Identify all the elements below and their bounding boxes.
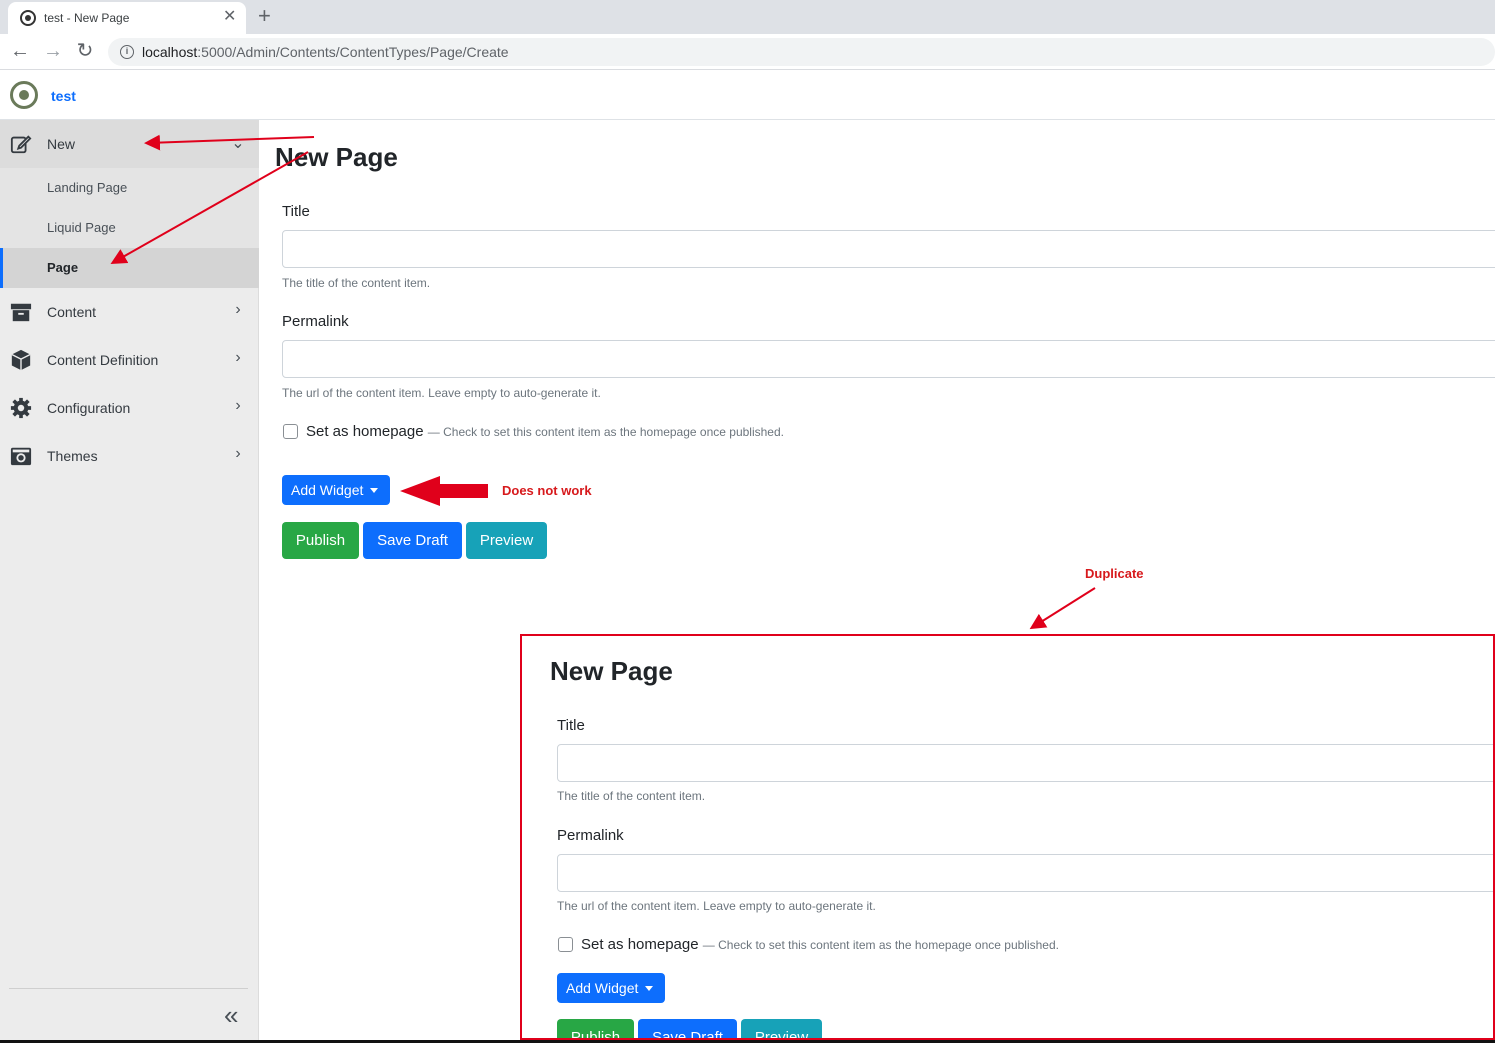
chevron-right-icon: › bbox=[235, 349, 241, 366]
annotation-arrow-left-icon bbox=[400, 476, 488, 506]
browser-toolbar: ← → ↻ i localhost:5000/Admin/Contents/Co… bbox=[0, 34, 1495, 70]
info-icon[interactable]: i bbox=[120, 45, 134, 59]
cube-icon bbox=[11, 349, 31, 371]
sidebar-item-label: Themes bbox=[47, 448, 98, 464]
annotation-duplicate: Duplicate bbox=[1085, 566, 1144, 581]
edit-icon bbox=[10, 135, 32, 154]
url-text: localhost:5000/Admin/Contents/ContentTyp… bbox=[142, 44, 509, 60]
sidebar-divider bbox=[9, 988, 248, 989]
save-draft-button[interactable]: Save Draft bbox=[363, 522, 462, 559]
duplicate-highlight-box: New Page Title The title of the content … bbox=[520, 634, 1495, 1040]
favicon-icon bbox=[20, 10, 36, 26]
preview-button[interactable]: Preview bbox=[466, 522, 547, 559]
sidebar-item-label: Content bbox=[47, 304, 97, 320]
caret-down-icon bbox=[645, 985, 654, 991]
chevron-right-icon: › bbox=[235, 301, 241, 318]
caret-down-icon bbox=[370, 487, 379, 493]
duplicate-homepage-label: Set as homepage — Check to set this cont… bbox=[581, 936, 1059, 953]
gear-icon bbox=[10, 397, 32, 419]
duplicate-title-label: Title bbox=[557, 717, 585, 734]
brand-logo-icon[interactable] bbox=[10, 81, 38, 109]
app-header: test bbox=[0, 71, 1495, 120]
sidebar-item-themes[interactable]: Themes › bbox=[0, 432, 259, 480]
duplicate-add-widget-button[interactable]: Add Widget bbox=[557, 973, 665, 1003]
permalink-input[interactable] bbox=[282, 340, 1495, 378]
sidebar-subitem-label: Page bbox=[47, 260, 79, 275]
sidebar-item-configuration[interactable]: Configuration › bbox=[0, 384, 259, 432]
chevron-right-icon: › bbox=[235, 397, 241, 414]
title-hint: The title of the content item. bbox=[282, 276, 431, 290]
camera-icon bbox=[10, 447, 32, 466]
duplicate-permalink-input[interactable] bbox=[557, 854, 1493, 892]
site-name[interactable]: test bbox=[51, 88, 76, 104]
close-tab-icon[interactable]: ✕ bbox=[223, 7, 236, 27]
duplicate-page-title: New Page bbox=[550, 656, 673, 686]
chevron-right-icon: › bbox=[235, 445, 241, 462]
sidebar-item-label: Configuration bbox=[47, 400, 131, 416]
permalink-hint: The url of the content item. Leave empty… bbox=[282, 386, 601, 400]
back-arrow-icon[interactable]: ← bbox=[8, 40, 32, 62]
sidebar-item-label: New bbox=[47, 136, 76, 152]
sidebar-item-label: Content Definition bbox=[47, 352, 159, 368]
duplicate-homepage-checkbox[interactable] bbox=[558, 937, 573, 952]
annotation-arrow-down-left-icon bbox=[1029, 587, 1096, 630]
new-tab-button[interactable]: + bbox=[258, 4, 271, 28]
homepage-label: Set as homepage — Check to set this cont… bbox=[306, 423, 784, 440]
annotation-arrows-icon bbox=[110, 134, 315, 264]
annotation-does-not-work: Does not work bbox=[502, 483, 592, 498]
homepage-checkbox[interactable] bbox=[283, 424, 298, 439]
duplicate-publish-button[interactable]: Publish bbox=[557, 1019, 634, 1038]
duplicate-title-input[interactable] bbox=[557, 744, 1493, 782]
duplicate-permalink-label: Permalink bbox=[557, 827, 624, 844]
archive-icon bbox=[10, 303, 32, 322]
sidebar-item-content[interactable]: Content › bbox=[0, 288, 259, 336]
address-bar[interactable]: i localhost:5000/Admin/Contents/ContentT… bbox=[108, 38, 1495, 66]
add-widget-button[interactable]: Add Widget bbox=[282, 475, 390, 505]
duplicate-preview-button[interactable]: Preview bbox=[741, 1019, 822, 1038]
title-input[interactable] bbox=[282, 230, 1495, 268]
collapse-sidebar-icon[interactable]: « bbox=[224, 1000, 238, 1030]
publish-button[interactable]: Publish bbox=[282, 522, 359, 559]
tab-title: test - New Page bbox=[44, 11, 130, 25]
duplicate-title-hint: The title of the content item. bbox=[557, 789, 706, 803]
forward-arrow-icon[interactable]: → bbox=[41, 40, 65, 62]
reload-icon[interactable]: ↻ bbox=[73, 40, 97, 62]
duplicate-save-draft-button[interactable]: Save Draft bbox=[638, 1019, 737, 1038]
browser-tab-bar: test - New Page ✕ + bbox=[0, 0, 1495, 34]
duplicate-permalink-hint: The url of the content item. Leave empty… bbox=[557, 899, 876, 913]
sidebar-item-content-definition[interactable]: Content Definition › bbox=[0, 336, 259, 384]
permalink-label: Permalink bbox=[282, 313, 349, 330]
browser-tab[interactable]: test - New Page ✕ bbox=[8, 2, 246, 34]
